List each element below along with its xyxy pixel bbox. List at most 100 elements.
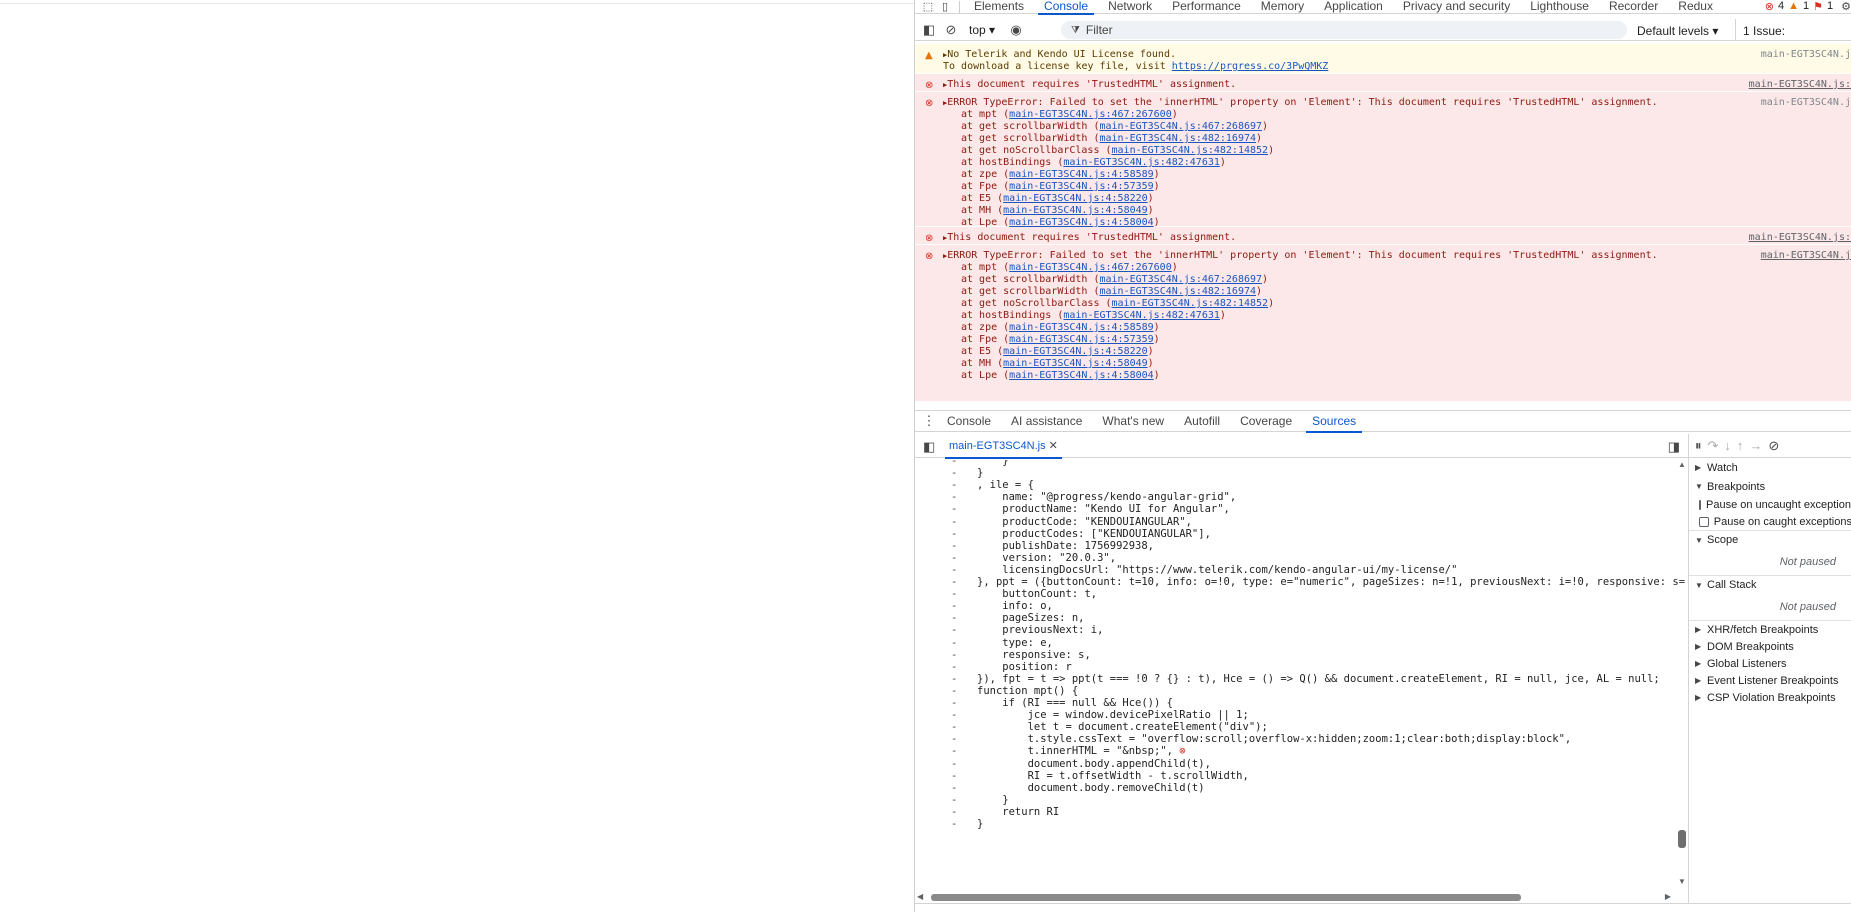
stack-frame-link[interactable]: main-EGT3SC4N.js:482:16974 [1099, 133, 1256, 144]
message-source-link[interactable]: main-EGT3SC4N.js: [1749, 232, 1851, 243]
code-editor[interactable]: - } -} -, ile = {- name: "@progress/kendo-… [915, 460, 1687, 890]
stack-frame-link[interactable]: main-EGT3SC4N.js:467:267600 [1009, 262, 1172, 273]
breakpoint-type-xhr-fetch-breakpoints[interactable]: ▶ XHR/fetch Breakpoints [1689, 621, 1851, 638]
pause-resume-icon[interactable]: ⏸ [1695, 438, 1702, 454]
stack-frame-link[interactable]: main-EGT3SC4N.js:482:14852 [1112, 298, 1269, 309]
stack-frame-link[interactable]: main-EGT3SC4N.js:482:16974 [1099, 286, 1256, 297]
stack-frame-close: ) [1171, 262, 1178, 273]
tab-application[interactable]: Application [1314, 0, 1393, 14]
drawer-tab-coverage[interactable]: Coverage [1230, 410, 1302, 432]
step-out-icon[interactable]: ↑ [1737, 438, 1744, 453]
stack-frame-close: ) [1147, 358, 1154, 369]
drawer-tab-ai-assistance[interactable]: AI assistance [1001, 410, 1092, 432]
step-over-icon[interactable]: ↷ [1708, 438, 1719, 454]
issues-button[interactable]: 1 Issue: [1743, 24, 1785, 38]
tab-performance[interactable]: Performance [1162, 0, 1251, 14]
step-icon[interactable]: → [1749, 438, 1762, 453]
filter-icon: ⧩ [1071, 24, 1080, 36]
stack-frame-fn: at get scrollbarWidth ( [961, 274, 1100, 285]
toggle-navigator-icon[interactable]: ◧ [923, 439, 935, 455]
breakpoint-type-event-listener-breakpoints[interactable]: ▶ Event Listener Breakpoints [1689, 672, 1851, 689]
tab-recorder[interactable]: Recorder [1599, 0, 1668, 14]
stack-frame-fn: at hostBindings ( [961, 157, 1064, 168]
stack-frame-link[interactable]: main-EGT3SC4N.js:467:268697 [1099, 274, 1262, 285]
editor-vertical-scrollbar[interactable]: ▲ ▼ [1677, 460, 1687, 890]
tab-redux[interactable]: Redux [1668, 0, 1723, 14]
stack-frame: at E5 (main-EGT3SC4N.js:4:58220) [961, 346, 1274, 358]
stack-frame-close: ) [1153, 169, 1160, 180]
inspected-page-blank [0, 3, 914, 915]
tab-console[interactable]: Console [1034, 0, 1098, 15]
pause-caught-checkbox[interactable]: Pause on caught exceptions [1689, 513, 1851, 530]
drawer-menu-icon[interactable]: ⋮ [915, 413, 937, 429]
step-into-icon[interactable]: ↓ [1724, 438, 1731, 453]
message-source-link[interactable]: main-EGT3SC4N.j [1761, 97, 1851, 108]
stack-frame-link[interactable]: main-EGT3SC4N.js:482:14852 [1112, 145, 1269, 156]
console-error-message[interactable]: ⊗ ▶This document requires 'TrustedHTML' … [915, 74, 1851, 91]
debugger-sidebar: ⏸ ↷ ↓ ↑ → ⊘ ▶ Watch ▼ Breakpoints Pause on… [1688, 434, 1851, 912]
device-toolbar-icon[interactable]: ▯ [935, 0, 955, 13]
license-link[interactable]: https://prgress.co/3PwQMKZ [1172, 61, 1329, 72]
stack-frame-link[interactable]: main-EGT3SC4N.js:4:58589 [1009, 169, 1154, 180]
stack-frame-link[interactable]: main-EGT3SC4N.js:4:58049 [1003, 358, 1148, 369]
call-stack-section[interactable]: ▼ Call Stack [1689, 575, 1851, 594]
stack-frame-link[interactable]: main-EGT3SC4N.js:4:58004 [1009, 370, 1154, 381]
clear-console-icon[interactable]: ⊘ [943, 22, 959, 38]
stack-frame-link[interactable]: main-EGT3SC4N.js:4:57359 [1009, 334, 1154, 345]
tab-lighthouse[interactable]: Lighthouse [1520, 0, 1599, 14]
breakpoint-type-global-listeners[interactable]: ▶ Global Listeners [1689, 655, 1851, 672]
console-error-message[interactable]: ⊗ ▶ERROR TypeError: Failed to set the 'i… [915, 245, 1851, 401]
stack-frame-link[interactable]: main-EGT3SC4N.js:4:57359 [1009, 181, 1154, 192]
breakpoint-type-dom-breakpoints[interactable]: ▶ DOM Breakpoints [1689, 638, 1851, 655]
message-source-link[interactable]: main-EGT3SC4N.j [1761, 49, 1851, 60]
deactivate-breakpoints-icon[interactable]: ⊘ [1768, 438, 1779, 454]
live-expression-eye-icon[interactable]: ◉ [1007, 22, 1025, 38]
message-source-link[interactable]: main-EGT3SC4N.j [1761, 250, 1851, 261]
log-levels-dropdown[interactable]: Default levels ▾ [1637, 24, 1718, 38]
console-error-message[interactable]: ⊗ ▶This document requires 'TrustedHTML' … [915, 227, 1851, 244]
drawer-tab-sources[interactable]: Sources [1302, 410, 1366, 433]
breakpoint-type-label: CSP Violation Breakpoints [1707, 691, 1836, 704]
console-warning-message[interactable]: ▲ ▶No Telerik and Kendo UI License found… [915, 44, 1851, 73]
stack-frame-close: ) [1268, 298, 1275, 309]
tab-elements[interactable]: Elements [964, 0, 1034, 14]
drawer-tab-autofill[interactable]: Autofill [1174, 410, 1230, 432]
stack-frame-link[interactable]: main-EGT3SC4N.js:482:47631 [1063, 157, 1220, 168]
stack-frame-link[interactable]: main-EGT3SC4N.js:467:267600 [1009, 109, 1172, 120]
tab-privacy-and-security[interactable]: Privacy and security [1393, 0, 1520, 14]
context-selector[interactable]: top ▾ [969, 23, 995, 37]
stack-frame-link[interactable]: main-EGT3SC4N.js:4:58589 [1009, 322, 1154, 333]
stack-frame-fn: at Fpe ( [961, 334, 1010, 345]
console-filter-input[interactable]: ⧩ Filter [1061, 21, 1627, 39]
pause-uncaught-checkbox[interactable]: Pause on uncaught exceptions [1689, 496, 1851, 513]
file-tab[interactable]: main-EGT3SC4N.js ✕ [945, 434, 1062, 459]
checkbox-box[interactable] [1699, 516, 1709, 527]
watch-section[interactable]: ▶ Watch [1689, 458, 1851, 477]
issue-counters[interactable]: ⊗ 4 ▲ 1 ⚑ 1 ⚙ [1765, 0, 1851, 13]
drawer-tab-what-s-new[interactable]: What's new [1092, 410, 1174, 432]
editor-horizontal-scrollbar[interactable]: ◀ ▶ [915, 891, 1687, 903]
breakpoint-type-csp-violation-breakpoints[interactable]: ▶ CSP Violation Breakpoints [1689, 689, 1851, 706]
toggle-sidebar-icon[interactable]: ◧ [921, 22, 937, 38]
tab-memory[interactable]: Memory [1251, 0, 1314, 14]
tab-network[interactable]: Network [1098, 0, 1162, 14]
toggle-debugger-icon[interactable]: ◨ [1668, 439, 1680, 455]
close-tab-icon[interactable]: ✕ [1049, 440, 1058, 452]
stack-frame-link[interactable]: main-EGT3SC4N.js:4:58220 [1003, 193, 1148, 204]
stack-frame: at MH (main-EGT3SC4N.js:4:58049) [961, 205, 1274, 217]
checkbox-box[interactable] [1699, 499, 1701, 510]
stack-frame-link[interactable]: main-EGT3SC4N.js:4:58220 [1003, 346, 1148, 357]
drawer-tab-console[interactable]: Console [937, 410, 1001, 432]
settings-gear-icon[interactable]: ⚙ [1841, 0, 1851, 13]
stack-frame: at zpe (main-EGT3SC4N.js:4:58589) [961, 169, 1274, 181]
breakpoints-section[interactable]: ▼ Breakpoints [1689, 477, 1851, 496]
stack-frame-link[interactable]: main-EGT3SC4N.js:482:47631 [1063, 310, 1220, 321]
inspect-element-icon[interactable]: ⬚ [915, 0, 935, 13]
stack-frame-link[interactable]: main-EGT3SC4N.js:467:268697 [1099, 121, 1262, 132]
message-source-link[interactable]: main-EGT3SC4N.js: [1749, 79, 1851, 90]
console-error-message[interactable]: ⊗ ▶ERROR TypeError: Failed to set the 'i… [915, 92, 1851, 228]
stack-frame-link[interactable]: main-EGT3SC4N.js:4:58049 [1003, 205, 1148, 216]
warning-count-icon: ▲ [1788, 0, 1799, 12]
warning-count: 1 [1803, 0, 1810, 12]
scope-section[interactable]: ▼ Scope [1689, 530, 1851, 549]
